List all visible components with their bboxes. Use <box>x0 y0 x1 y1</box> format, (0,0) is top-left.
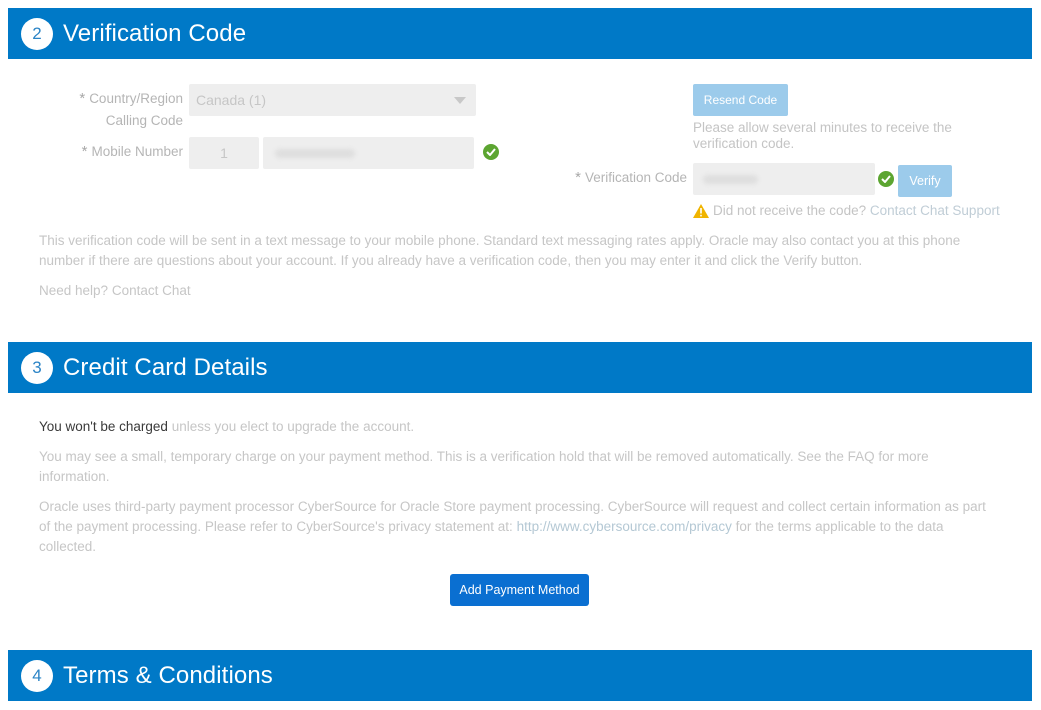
contact-chat-support-link[interactable]: Contact Chat Support <box>870 203 1000 218</box>
check-icon <box>878 171 894 187</box>
no-charge-notice: You won't be charged unless you elect to… <box>39 417 414 437</box>
check-icon <box>483 144 499 160</box>
verification-code-label-text: Verification Code <box>584 170 687 185</box>
resend-code-button[interactable]: Resend Code <box>693 84 788 116</box>
section-header-terms-conditions: 4 Terms & Conditions <box>8 650 1032 701</box>
mobile-label-text: Mobile Number <box>91 144 183 159</box>
section-title: Credit Card Details <box>63 353 268 381</box>
mobile-number-input[interactable] <box>263 137 474 169</box>
mobile-prefix-input[interactable]: 1 <box>189 137 259 169</box>
contact-chat-link[interactable]: Contact Chat <box>112 283 191 298</box>
country-calling-code-label: * Country/Region Calling Code <box>60 88 183 132</box>
mobile-prefix-value: 1 <box>220 145 228 161</box>
section-header-verification-code: 2 Verification Code <box>8 8 1032 59</box>
country-select-value: Canada (1) <box>196 92 267 108</box>
section-title: Terms & Conditions <box>63 661 273 689</box>
chevron-down-icon <box>454 96 466 104</box>
redacted-verification-code <box>703 174 758 184</box>
step-number-badge: 3 <box>21 351 53 384</box>
need-help: Need help? Contact Chat <box>39 281 191 301</box>
country-label-line1: Country/Region <box>89 91 183 106</box>
no-charge-rest: unless you elect to upgrade the account. <box>167 419 415 434</box>
verify-button[interactable]: Verify <box>898 165 952 197</box>
no-charge-bold: You won't be charged <box>39 419 168 434</box>
required-marker: * <box>79 90 86 107</box>
step-number-badge: 4 <box>21 659 53 692</box>
add-payment-method-button[interactable]: Add Payment Method <box>450 574 589 606</box>
mobile-number-label: * Mobile Number <box>60 141 183 163</box>
required-marker: * <box>81 143 88 160</box>
payment-processor-text: Oracle uses third-party payment processo… <box>39 497 999 557</box>
need-help-text: Need help? <box>39 283 109 298</box>
required-marker: * <box>575 169 581 186</box>
verification-info-text: This verification code will be sent in a… <box>39 233 961 268</box>
verification-hold-text: You may see a small, temporary charge on… <box>39 449 929 484</box>
code-not-received-warning: Did not receive the code? Contact Chat S… <box>693 203 1000 218</box>
warning-text: Did not receive the code? <box>713 203 867 218</box>
verification-code-input[interactable] <box>693 163 875 195</box>
country-label-line2: Calling Code <box>105 113 183 128</box>
section-title: Verification Code <box>63 19 247 47</box>
step-number-badge: 2 <box>21 17 53 50</box>
verification-code-label: * Verification Code <box>560 167 687 189</box>
warning-icon <box>693 203 709 218</box>
resend-note: Please allow several minutes to receive … <box>693 120 952 151</box>
section-header-credit-card-details: 3 Credit Card Details <box>8 342 1032 393</box>
country-calling-code-select[interactable]: Canada (1) <box>189 84 476 116</box>
redacted-mobile-number <box>275 148 355 158</box>
cybersource-privacy-link[interactable]: http://www.cybersource.com/privacy <box>517 519 732 534</box>
